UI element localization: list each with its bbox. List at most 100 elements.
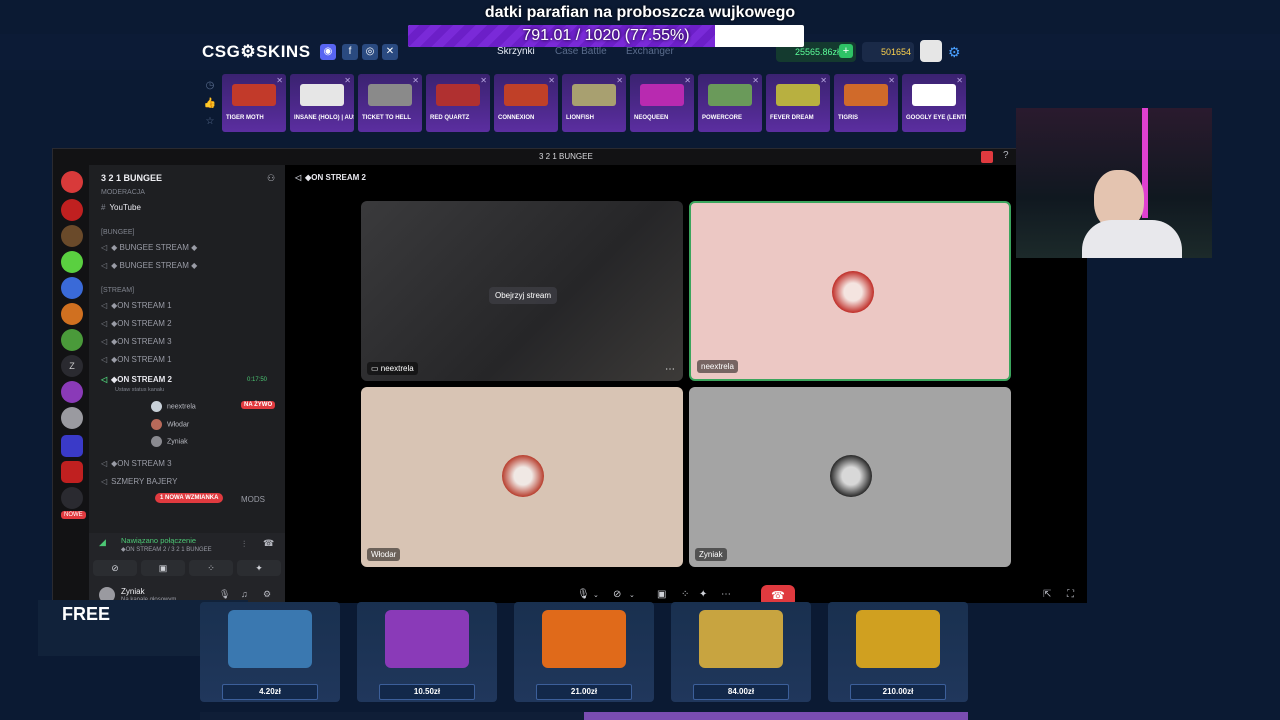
voice-member[interactable]: neextrela [151,401,196,412]
camera-off-icon[interactable]: ⊘ [613,589,621,600]
close-icon[interactable]: ✕ [276,76,283,85]
user-tile[interactable]: Włodar [361,387,683,567]
gear-icon[interactable]: ⚙ [948,44,964,60]
camera-off-icon[interactable]: ⊘ [93,560,137,576]
server-name[interactable]: 3 2 1 BUNGEE [101,173,162,183]
voice-channel-active[interactable]: ◁ ◆ON STREAM 2 [101,375,172,384]
star-icon[interactable]: ☆ [203,116,217,130]
drop-card[interactable]: ✕ POWERCORE [698,74,762,132]
channel-youtube[interactable]: # YouTube [101,203,141,212]
screen-share-icon[interactable]: ▣ [657,589,666,600]
close-icon[interactable]: ✕ [956,76,963,85]
user-avatar[interactable] [920,40,942,62]
new-messages-pill[interactable]: NOWE [61,511,86,519]
more-options-icon[interactable]: ⋯ [665,364,675,375]
fullscreen-icon[interactable]: ⛶ [1067,589,1074,600]
close-icon[interactable]: ✕ [548,76,555,85]
close-icon[interactable]: ✕ [752,76,759,85]
noise-suppression-icon[interactable]: ⫶ [243,539,245,550]
case-card[interactable]: 21.00zł [514,602,654,702]
voice-channel[interactable]: ◁ ◆ON STREAM 1 [101,301,172,310]
tab-case-battle[interactable]: Case Battle [555,46,607,57]
category-stream[interactable]: [STREAM] [101,287,134,294]
activities-icon[interactable]: ⁘ [189,560,233,576]
site-logo[interactable]: CSG⚙SKINS [202,42,311,62]
server-icon[interactable] [61,329,83,351]
soundboard-icon[interactable]: ✦ [699,589,707,600]
stream-tile[interactable]: Obejrzyj stream ▭ neextrela ⋯ [361,201,683,381]
microphone-icon[interactable]: 🎙 [577,589,590,600]
channel-status-hint[interactable]: Ustaw status kanału [115,387,164,393]
server-icon[interactable] [61,251,83,273]
case-card[interactable]: 4.20zł [200,602,340,702]
inbox-icon[interactable] [981,151,993,163]
watch-stream-button[interactable]: Obejrzyj stream [489,287,558,304]
drop-card[interactable]: ✕ TIGRIS [834,74,898,132]
coins-display[interactable]: 501654 [862,42,914,62]
tab-exchanger[interactable]: Exchanger [626,46,674,57]
server-icon[interactable] [61,171,83,193]
close-icon[interactable]: ✕ [412,76,419,85]
user-name[interactable]: Zyniak [121,587,145,596]
gear-icon[interactable]: ⚙ [263,589,271,600]
voice-channel[interactable]: ◁ ◆ON STREAM 1 [101,355,172,364]
chevron-down-icon[interactable]: ⌄ [593,591,599,599]
drop-card[interactable]: ✕ RED QUARTZ [426,74,490,132]
discord-icon[interactable]: ◉ [320,44,336,60]
microphone-icon[interactable]: 🎙 [219,589,230,600]
close-icon[interactable]: ✕ [888,76,895,85]
category-bungee[interactable]: [BUNGEE] [101,229,134,236]
user-tile[interactable]: neextrela [689,201,1011,381]
help-icon[interactable]: ? [1003,150,1009,161]
voice-channel[interactable]: ◁ SZMERY BAJERY [101,477,177,486]
chevron-down-icon[interactable]: ⌄ [629,591,635,599]
drop-card[interactable]: ✕ FEVER DREAM [766,74,830,132]
case-card[interactable]: 210.00zł [828,602,968,702]
drop-card[interactable]: ✕ TIGER MOTH [222,74,286,132]
instagram-icon[interactable]: ◎ [362,44,378,60]
invite-icon[interactable]: ⚇ [267,173,275,184]
user-tile[interactable]: Zyniak [689,387,1011,567]
server-icon[interactable] [61,407,83,429]
drop-card[interactable]: ✕ TICKET TO HELL [358,74,422,132]
close-icon[interactable]: ✕ [616,76,623,85]
facebook-icon[interactable]: f [342,44,358,60]
drop-card[interactable]: ✕ NEOQUEEN [630,74,694,132]
disconnect-icon[interactable]: ☎ [263,538,274,549]
voice-channel[interactable]: ◁ ◆ON STREAM 3 [101,459,172,468]
clock-icon[interactable]: ◷ [203,80,217,94]
close-icon[interactable]: ✕ [344,76,351,85]
server-icon[interactable] [61,303,83,325]
server-icon[interactable] [61,487,83,509]
server-icon[interactable] [61,199,83,221]
tab-skrzynki[interactable]: Skrzynki [497,46,535,57]
case-card[interactable]: 10.50zł [357,602,497,702]
activities-icon[interactable]: ⁘ [681,589,689,600]
drop-card[interactable]: ✕ GOOGLY EYE (LENTICULAR) [902,74,966,132]
headphones-icon[interactable]: ♫ [241,589,248,599]
close-icon[interactable]: ✕ [684,76,691,85]
voice-channel[interactable]: ◁ ◆ON STREAM 3 [101,337,172,346]
server-icon[interactable]: Z [61,355,83,377]
server-icon[interactable] [61,277,83,299]
server-icon[interactable] [61,381,83,403]
voice-channel[interactable]: ◁ ◆ON STREAM 2 [101,319,172,328]
more-options-icon[interactable]: ⋯ [721,589,731,600]
screen-share-icon[interactable]: ▣ [141,560,185,576]
voice-member[interactable]: Włodar [151,419,189,430]
case-card[interactable]: 84.00zł [671,602,811,702]
signal-icon[interactable]: ◢ [99,537,106,548]
x-icon[interactable]: ✕ [382,44,398,60]
category-moderacja[interactable]: MODERACJA [101,189,145,196]
voice-channel-path[interactable]: ◆ON STREAM 2 / 3 2 1 BUNGEE [121,546,212,553]
soundboard-icon[interactable]: ✦ [237,560,281,576]
add-funds-icon[interactable]: + [839,44,853,58]
voice-member[interactable]: Zyniak [151,436,188,447]
voice-channel[interactable]: MODS [241,495,265,504]
server-icon[interactable] [61,461,83,483]
thumbs-up-icon[interactable]: 👍 [203,98,217,112]
popout-icon[interactable]: ⇱ [1043,589,1051,600]
close-icon[interactable]: ✕ [480,76,487,85]
server-icon[interactable] [61,435,83,457]
voice-channel[interactable]: ◁ ◆ BUNGEE STREAM ◆ [101,261,197,270]
